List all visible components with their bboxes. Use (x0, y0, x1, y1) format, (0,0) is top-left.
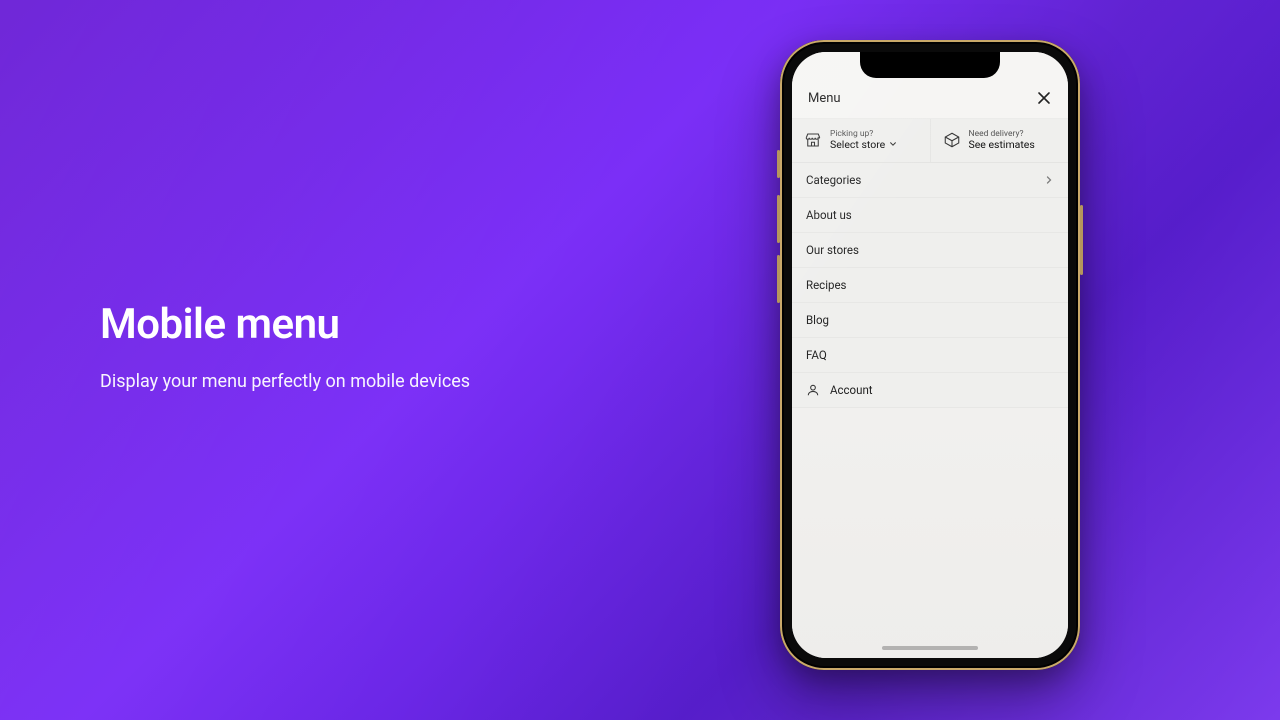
menu-item-faq[interactable]: FAQ (792, 338, 1068, 373)
chevron-right-icon (1044, 175, 1054, 185)
menu-item-label: Our stores (806, 243, 859, 257)
pickup-label: Select store (830, 139, 885, 152)
menu-item-label: Account (830, 383, 873, 397)
close-icon[interactable] (1036, 90, 1052, 106)
pickup-text: Picking up? Select store (830, 129, 897, 152)
hero-title: Mobile menu (100, 300, 470, 349)
menu-item-stores[interactable]: Our stores (792, 233, 1068, 268)
menu-list: Categories About us Our stores Recipes B… (792, 163, 1068, 408)
menu-item-label: Categories (806, 173, 861, 187)
pickup-label-row: Select store (830, 139, 897, 152)
menu-item-label: Recipes (806, 278, 847, 292)
phone-notch (860, 52, 1000, 78)
phone-mute-switch (777, 150, 780, 178)
chevron-down-icon (889, 139, 897, 152)
phone-mockup: Menu Picking up? Select store (780, 40, 1080, 670)
menu-title: Menu (808, 91, 841, 106)
hero-text: Mobile menu Display your menu perfectly … (100, 300, 470, 392)
phone-power-button (1080, 205, 1083, 275)
delivery-label: See estimates (969, 139, 1035, 152)
menu-item-recipes[interactable]: Recipes (792, 268, 1068, 303)
menu-item-account[interactable]: Account (792, 373, 1068, 408)
user-icon (806, 383, 820, 397)
pickup-action[interactable]: Picking up? Select store (792, 119, 930, 162)
home-indicator (882, 646, 978, 650)
actions-row: Picking up? Select store Need delivery? … (792, 119, 1068, 163)
hero-subtitle: Display your menu perfectly on mobile de… (100, 371, 470, 392)
screen-empty-area (792, 408, 1068, 658)
package-icon (943, 131, 961, 149)
menu-item-label: About us (806, 208, 852, 222)
phone-volume-down (777, 255, 780, 303)
menu-item-label: Blog (806, 313, 829, 327)
delivery-text: Need delivery? See estimates (969, 129, 1035, 152)
menu-item-about[interactable]: About us (792, 198, 1068, 233)
phone-screen: Menu Picking up? Select store (792, 52, 1068, 658)
menu-item-label: FAQ (806, 348, 827, 362)
store-icon (804, 131, 822, 149)
menu-item-blog[interactable]: Blog (792, 303, 1068, 338)
menu-item-categories[interactable]: Categories (792, 163, 1068, 198)
phone-volume-up (777, 195, 780, 243)
delivery-action[interactable]: Need delivery? See estimates (930, 119, 1069, 162)
